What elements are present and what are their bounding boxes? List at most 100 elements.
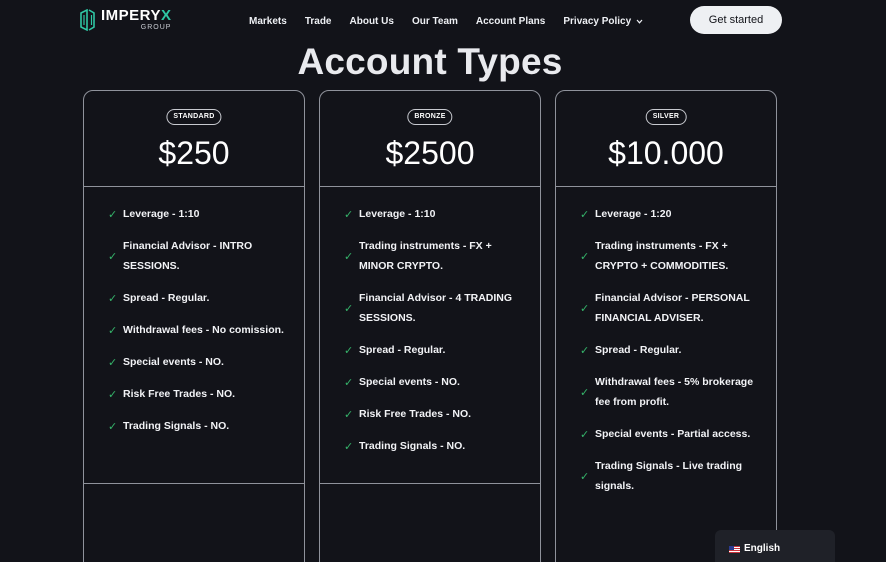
- language-switcher[interactable]: English: [715, 530, 835, 562]
- brand-subtitle: GROUP: [140, 24, 172, 31]
- plan-feature-text: Trading Signals - NO.: [359, 440, 466, 452]
- plan-card-divider: [320, 483, 540, 484]
- plan-badge: STANDARD: [166, 109, 222, 125]
- plan-feature: ✓ Spread - Regular.: [556, 340, 776, 360]
- check-icon: ✓: [344, 345, 354, 357]
- plan-feature-text: Leverage - 1:10: [359, 208, 436, 220]
- plan-card-silver: SILVER $10.000 ✓ Leverage - 1:20 ✓ Trading…: [555, 90, 777, 562]
- plan-feature-text: Spread - Regular.: [595, 344, 682, 356]
- check-icon: ✓: [344, 251, 354, 263]
- plan-feature-text: Leverage - 1:20: [595, 208, 672, 220]
- check-icon: ✓: [580, 429, 590, 441]
- plan-feature-text: Special events - NO.: [123, 356, 224, 368]
- plan-feature: ✓ Withdrawal fees - 5% brokerage fee from…: [556, 372, 776, 412]
- check-icon: ✓: [108, 293, 118, 305]
- plan-feature: ✓ Leverage - 1:10: [84, 204, 304, 224]
- plan-feature: ✓ Risk Free Trades - NO.: [320, 404, 540, 424]
- check-icon: ✓: [580, 387, 590, 399]
- plan-card-header: STANDARD $250: [84, 91, 304, 187]
- plan-feature: ✓ Leverage - 1:10: [320, 204, 540, 224]
- plan-feature: ✓ Spread - Regular.: [320, 340, 540, 360]
- logo-text: IMPERYX GROUP: [101, 8, 171, 31]
- plan-feature-text: Trading instruments - FX + MINOR CRYPTO.: [359, 240, 492, 272]
- plan-feature: ✓ Trading instruments - FX + CRYPTO + COM…: [556, 236, 776, 276]
- check-icon: ✓: [344, 441, 354, 453]
- nav-item-privacy-policy-label: Privacy Policy: [563, 15, 632, 27]
- plan-feature-text: Financial Advisor - INTRO SESSIONS.: [123, 240, 253, 272]
- plan-card-divider: [84, 483, 304, 484]
- plan-feature: ✓ Special events - Partial access.: [556, 424, 776, 444]
- plan-feature: ✓ Financial Advisor - INTRO SESSIONS.: [84, 236, 304, 276]
- plan-feature-text: Trading Signals - NO.: [123, 420, 230, 432]
- plan-feature-list: ✓ Leverage - 1:20 ✓ Trading instruments - …: [556, 187, 776, 496]
- nav-item-account-plans[interactable]: Account Plans: [476, 16, 545, 27]
- nav-item-about-us[interactable]: About Us: [350, 16, 394, 27]
- check-icon: ✓: [344, 377, 354, 389]
- nav-item-privacy-policy[interactable]: Privacy Policy: [563, 16, 643, 27]
- logo-mark-icon: [80, 9, 95, 31]
- plan-price: $10.000: [608, 135, 724, 171]
- plan-feature-text: Trading instruments - FX + CRYPTO + COMM…: [595, 240, 729, 272]
- plan-feature: ✓ Trading instruments - FX + MINOR CRYPTO…: [320, 236, 540, 276]
- check-icon: ✓: [580, 471, 590, 483]
- plan-badge: SILVER: [645, 109, 687, 125]
- check-icon: ✓: [108, 389, 118, 401]
- page: IMPERYX GROUP Markets Trade About Us Our…: [0, 0, 886, 562]
- page-title: Account Types: [297, 41, 563, 82]
- plan-feature-list: ✓ Leverage - 1:10 ✓ Financial Advisor - IN…: [84, 187, 304, 436]
- plan-feature: ✓ Trading Signals - NO.: [320, 436, 540, 456]
- check-icon: ✓: [344, 409, 354, 421]
- check-icon: ✓: [580, 303, 590, 315]
- plan-feature: ✓ Withdrawal fees - No comission.: [84, 320, 304, 340]
- check-icon: ✓: [108, 357, 118, 369]
- nav-item-markets[interactable]: Markets: [249, 16, 287, 27]
- check-icon: ✓: [344, 209, 354, 221]
- check-icon: ✓: [108, 421, 118, 433]
- plan-feature-text: Withdrawal fees - No comission.: [123, 324, 284, 336]
- plan-feature-text: Trading Signals - Live trading signals.: [595, 460, 743, 492]
- plan-feature: ✓ Trading Signals - NO.: [84, 416, 304, 436]
- nav-item-trade[interactable]: Trade: [305, 16, 332, 27]
- plan-feature-text: Risk Free Trades - NO.: [359, 408, 472, 420]
- check-icon: ✓: [344, 303, 354, 315]
- plan-feature: ✓ Special events - NO.: [320, 372, 540, 392]
- plan-feature-text: Financial Advisor - 4 TRADING SESSIONS.: [359, 292, 513, 324]
- plan-card-header: BRONZE $2500: [320, 91, 540, 187]
- plan-feature-list: ✓ Leverage - 1:10 ✓ Trading instruments - …: [320, 187, 540, 456]
- check-icon: ✓: [108, 209, 118, 221]
- check-icon: ✓: [580, 345, 590, 357]
- plan-feature-text: Special events - NO.: [359, 376, 460, 388]
- plan-feature: ✓ Financial Advisor - 4 TRADING SESSIONS.: [320, 288, 540, 328]
- plan-feature-text: Withdrawal fees - 5% brokerage fee from …: [595, 376, 754, 408]
- plan-feature: ✓ Spread - Regular.: [84, 288, 304, 308]
- language-label: English: [744, 543, 781, 554]
- check-icon: ✓: [108, 325, 118, 337]
- plan-card-standard: STANDARD $250 ✓ Leverage - 1:10 ✓ Financia…: [83, 90, 305, 562]
- us-flag-icon: [729, 546, 740, 553]
- plan-feature-text: Spread - Regular.: [123, 292, 210, 304]
- check-icon: ✓: [580, 251, 590, 263]
- plan-feature-text: Risk Free Trades - NO.: [123, 388, 236, 400]
- plan-price: $2500: [385, 135, 475, 171]
- main-nav: Markets Trade About Us Our Team Account …: [249, 14, 643, 28]
- brand-name-accent: X: [160, 7, 172, 24]
- check-icon: ✓: [580, 209, 590, 221]
- plan-card-header: SILVER $10.000: [556, 91, 776, 187]
- plan-feature: ✓ Special events - NO.: [84, 352, 304, 372]
- check-icon: ✓: [108, 251, 118, 263]
- plan-feature-text: Special events - Partial access.: [595, 428, 751, 440]
- plan-feature-text: Spread - Regular.: [359, 344, 446, 356]
- chevron-down-icon: [636, 19, 643, 24]
- nav-item-our-team[interactable]: Our Team: [412, 16, 458, 27]
- plan-badge: BRONZE: [407, 109, 453, 125]
- brand-logo[interactable]: IMPERYX GROUP: [80, 8, 171, 31]
- plan-feature: ✓ Risk Free Trades - NO.: [84, 384, 304, 404]
- plan-feature-text: Financial Advisor - PERSONAL FINANCIAL A…: [595, 292, 750, 324]
- plan-card-bronze: BRONZE $2500 ✓ Leverage - 1:10 ✓ Trading i…: [319, 90, 541, 562]
- brand-name-prefix: IMPERY: [101, 7, 161, 24]
- plan-feature-text: Leverage - 1:10: [123, 208, 200, 220]
- plan-feature: ✓ Financial Advisor - PERSONAL FINANCIAL …: [556, 288, 776, 328]
- plan-feature: ✓ Leverage - 1:20: [556, 204, 776, 224]
- plan-feature: ✓ Trading Signals - Live trading signals.: [556, 456, 776, 496]
- get-started-button[interactable]: Get started: [690, 6, 782, 34]
